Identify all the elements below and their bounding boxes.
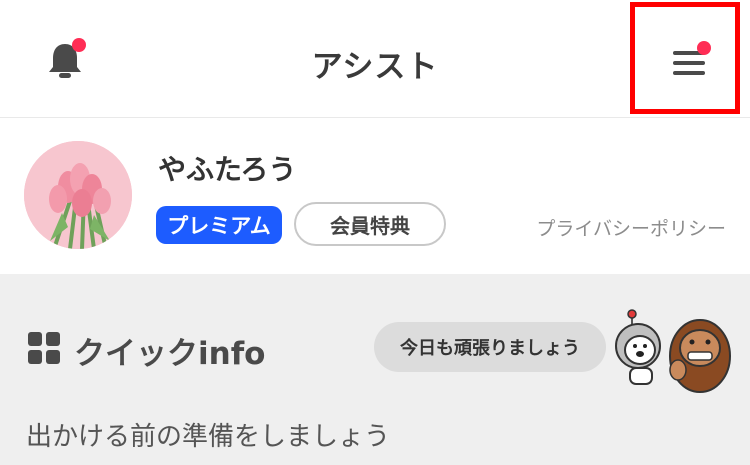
cheer-bubble: 今日も頑張りましょう bbox=[374, 322, 606, 372]
menu-button[interactable] bbox=[630, 2, 740, 114]
member-perks-button[interactable]: 会員特典 bbox=[294, 202, 446, 246]
profile-section: やふたろう プレミアム 会員特典 プライバシーポリシー bbox=[0, 118, 750, 274]
username: やふたろう bbox=[158, 153, 297, 186]
app-header: アシスト bbox=[0, 0, 750, 118]
prepare-message: 出かける前の準備をしましょう bbox=[26, 422, 391, 452]
premium-badge: プレミアム bbox=[156, 206, 282, 244]
avatar[interactable] bbox=[24, 141, 132, 249]
quick-info-section: クイックinfo 今日も頑張りましょう 出かける前の準備をしましょう bbox=[0, 274, 750, 465]
menu-badge bbox=[697, 41, 711, 55]
hamburger-menu-icon bbox=[673, 51, 705, 77]
privacy-policy-link[interactable]: プライバシーポリシー bbox=[536, 214, 726, 241]
quick-info-title: クイックinfo bbox=[74, 336, 266, 372]
mascot-characters bbox=[615, 309, 731, 393]
grid-icon bbox=[28, 332, 60, 364]
tulip-image bbox=[24, 141, 132, 249]
